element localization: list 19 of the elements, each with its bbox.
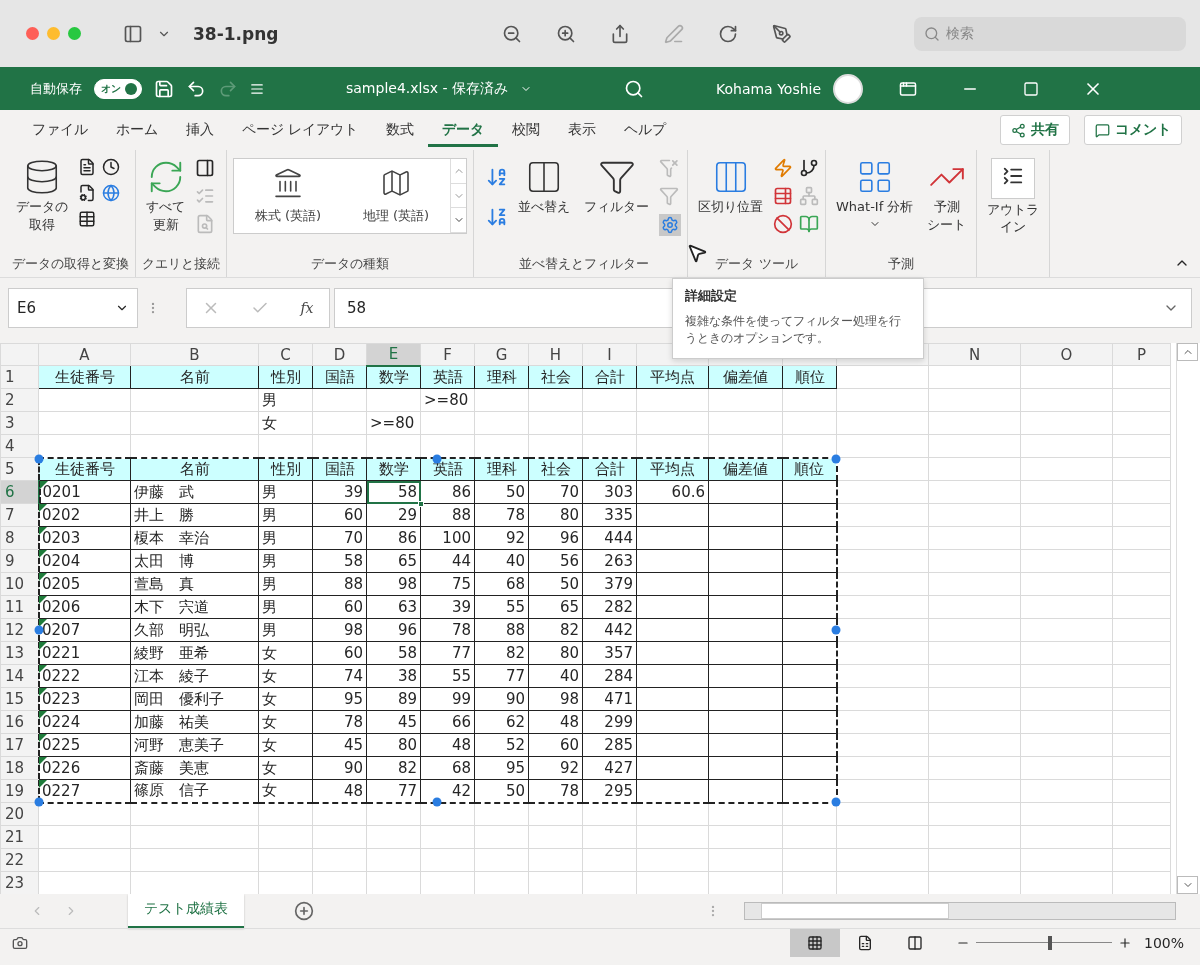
button-label: データの bbox=[16, 198, 68, 216]
tooltip-text: 複雑な条件を使ってフィルター処理を行うときのオプションです。 bbox=[685, 313, 902, 348]
button-label: シート bbox=[927, 215, 967, 234]
group-label: データ ツール bbox=[714, 255, 799, 273]
window-title: 38-1.png bbox=[193, 23, 279, 44]
group-label: クエリと接続 bbox=[142, 255, 220, 273]
button-label: 取得 bbox=[28, 215, 56, 234]
button-label: すべて bbox=[146, 198, 185, 216]
group-label: 並べ替えとフィルター bbox=[517, 255, 650, 273]
tooltip-title: 詳細設定 bbox=[685, 287, 738, 305]
group-label: 予測 bbox=[887, 255, 916, 273]
button-label: アウトラ bbox=[987, 200, 1040, 219]
group-label: データの取得と変換 bbox=[12, 255, 129, 273]
autosave-label: 自動保存 bbox=[30, 79, 82, 98]
button-label: イン bbox=[999, 218, 1028, 236]
button-label: 予測 bbox=[932, 198, 961, 216]
button-label: 更新 bbox=[151, 215, 180, 234]
group-label: データの種類 bbox=[310, 255, 390, 273]
user-name: Kohama Yoshie bbox=[715, 80, 822, 97]
